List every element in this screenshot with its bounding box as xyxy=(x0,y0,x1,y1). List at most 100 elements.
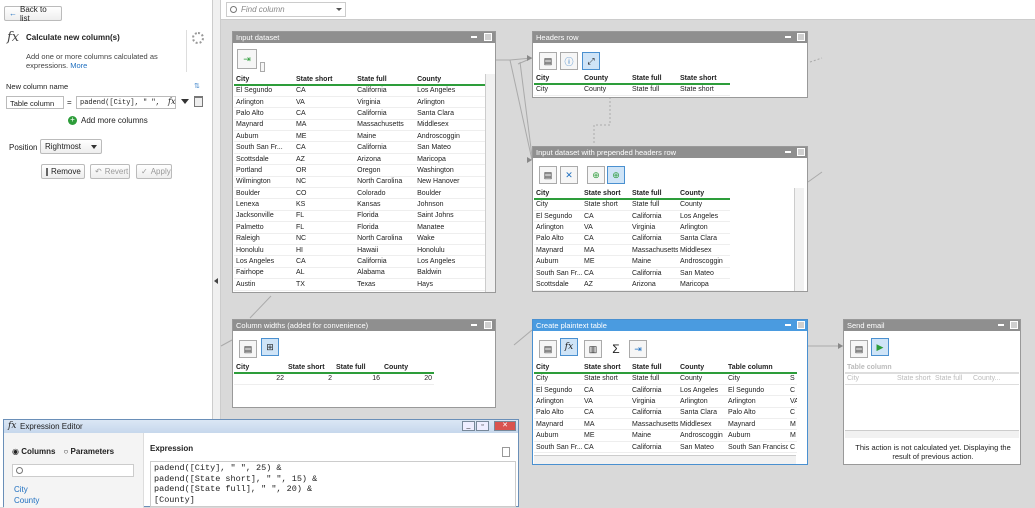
table-row: Austin TX Texas Hays xyxy=(234,278,485,291)
tab-parameters[interactable]: ○ Parameters xyxy=(63,447,114,456)
scrollbar[interactable] xyxy=(794,188,804,291)
minimize-icon[interactable] xyxy=(998,324,1004,326)
minimize-icon[interactable] xyxy=(785,324,791,326)
column-header[interactable] xyxy=(895,362,933,374)
maximize-icon[interactable] xyxy=(484,33,492,41)
table-icon[interactable]: ▤ xyxy=(539,166,557,184)
close-window-button[interactable]: ✕ xyxy=(494,421,516,431)
node-column-widths[interactable]: Column widths (added for convenience) ▤ … xyxy=(232,319,496,408)
table-icon[interactable]: ▤ xyxy=(239,340,257,358)
maximize-icon[interactable] xyxy=(797,148,805,156)
sigma-icon[interactable]: Σ xyxy=(607,340,625,358)
node-headers-row[interactable]: Headers row ▤ ⓘ ⤢ City County State full St… xyxy=(532,31,808,98)
table-cell: County xyxy=(678,373,726,385)
radio-selected-icon: ◉ xyxy=(12,447,19,456)
column-header[interactable]: County xyxy=(415,74,485,86)
column-header[interactable] xyxy=(788,362,797,374)
list-item[interactable]: City xyxy=(14,485,28,494)
table-cell: ME xyxy=(293,130,356,143)
node-prepended-headers[interactable]: Input dataset with prepended headers row… xyxy=(532,146,808,292)
column-header[interactable]: City xyxy=(234,362,286,374)
table-icon[interactable]: ▤ xyxy=(539,52,557,70)
send-icon[interactable]: ▶ xyxy=(871,338,889,356)
column-header[interactable]: State short xyxy=(293,74,356,86)
trash-icon[interactable] xyxy=(502,447,510,457)
node-input-dataset[interactable]: Input dataset ⇥ City State short State ful… xyxy=(232,31,496,293)
maximize-icon[interactable] xyxy=(797,321,805,329)
scrollbar[interactable] xyxy=(485,74,495,292)
transpose-icon[interactable]: ⤢ xyxy=(582,52,600,70)
column-header[interactable]: State full xyxy=(334,362,382,374)
column-header[interactable]: State short xyxy=(678,73,730,85)
column-header[interactable]: County xyxy=(382,362,434,374)
expression-editor-window[interactable]: fx Expression Editor _ ▫ ✕ ◉ Columns ○ P… xyxy=(3,419,519,508)
add-row-icon[interactable]: ⊕ xyxy=(587,166,605,184)
table-cell: California xyxy=(355,141,416,154)
import-icon[interactable]: ⇥ xyxy=(237,49,257,69)
column-header[interactable]: County xyxy=(582,73,630,85)
column-header[interactable]: City xyxy=(534,73,582,85)
column-header[interactable]: Table column xyxy=(845,362,895,374)
minimize-icon[interactable] xyxy=(471,324,477,326)
column-header[interactable]: City xyxy=(234,74,294,86)
table-row: Maynard MA Massachusetts Middlesex xyxy=(534,244,730,257)
remove-rows-icon[interactable]: ✕ xyxy=(560,166,578,184)
column-header[interactable]: State full xyxy=(355,74,416,86)
table-cell: NC xyxy=(293,176,356,189)
table-icon[interactable]: ▤ xyxy=(539,340,557,358)
column-header[interactable]: City xyxy=(534,362,582,374)
column-header[interactable]: State full xyxy=(630,362,678,374)
table-cell: NC xyxy=(293,233,356,245)
node-send-email[interactable]: Send email ▤ ▶ Table column City State sh… xyxy=(843,319,1021,465)
table-cell: AZ xyxy=(293,153,356,166)
expression-textarea[interactable]: padend([City], " ", 25) & padend([State … xyxy=(150,461,516,507)
column-header[interactable]: Table column xyxy=(726,362,788,374)
column-header[interactable]: County xyxy=(678,188,730,200)
window-titlebar[interactable]: fx Expression Editor xyxy=(4,420,518,433)
tab-columns[interactable]: ◉ Columns xyxy=(12,447,55,456)
horizontal-scrollbar[interactable] xyxy=(845,430,1019,438)
aggregate-icon[interactable]: ⊞ xyxy=(261,338,279,356)
fx-icon[interactable]: fx xyxy=(560,338,578,356)
table-cell: South San Fr... xyxy=(534,267,582,280)
table-row: El Segundo CA California Los Angeles El Segu… xyxy=(534,384,797,397)
minimize-icon[interactable] xyxy=(785,151,791,153)
column-header[interactable]: City xyxy=(534,188,582,200)
export-icon[interactable]: ⇥ xyxy=(629,340,647,358)
column-header[interactable]: County xyxy=(678,362,726,374)
table-cell: Palo Alto xyxy=(234,107,294,120)
maximize-icon[interactable] xyxy=(484,321,492,329)
column-header[interactable] xyxy=(971,362,1009,374)
column-header[interactable]: State full xyxy=(630,73,678,85)
column-search-input[interactable] xyxy=(12,464,134,477)
minimize-icon[interactable] xyxy=(785,36,791,38)
list-item[interactable]: County xyxy=(14,496,39,505)
maximize-icon[interactable] xyxy=(797,33,805,41)
append-icon[interactable]: ⊕ xyxy=(607,166,625,184)
table-icon[interactable]: ▤ xyxy=(850,340,868,358)
restore-window-button[interactable]: ▫ xyxy=(476,421,489,431)
table-cell: Middlesex xyxy=(678,418,726,431)
table-cell: County xyxy=(678,199,730,211)
horizontal-scrollbar[interactable] xyxy=(534,455,796,464)
column-header[interactable]: State short xyxy=(582,188,630,200)
table-cell: Los Angeles xyxy=(234,255,294,268)
minimize-icon[interactable] xyxy=(471,36,477,38)
column-header[interactable]: State full xyxy=(630,188,678,200)
more-tools-icon[interactable] xyxy=(260,62,265,72)
column-header[interactable] xyxy=(1009,362,1019,374)
info-icon[interactable]: ⓘ xyxy=(560,52,578,70)
table-cell: 16 xyxy=(334,373,382,385)
table-cell: M xyxy=(788,418,797,431)
maximize-icon[interactable] xyxy=(1010,321,1018,329)
table-cell: California xyxy=(355,255,416,268)
node-create-plaintext-table[interactable]: Create plaintext table ▤ fx ▥ Σ ⇥ City St… xyxy=(532,319,808,465)
minimize-window-button[interactable]: _ xyxy=(462,421,475,431)
table-row: Portland OR Oregon Washington xyxy=(234,164,485,177)
column-header[interactable]: State short xyxy=(582,362,630,374)
table-row: Raleigh NC North Carolina Wake xyxy=(234,233,485,245)
column-header[interactable]: State short xyxy=(286,362,334,374)
column-edit-icon[interactable]: ▥ xyxy=(584,340,602,358)
column-header[interactable] xyxy=(933,362,971,374)
table-cell: County... xyxy=(971,373,1009,385)
